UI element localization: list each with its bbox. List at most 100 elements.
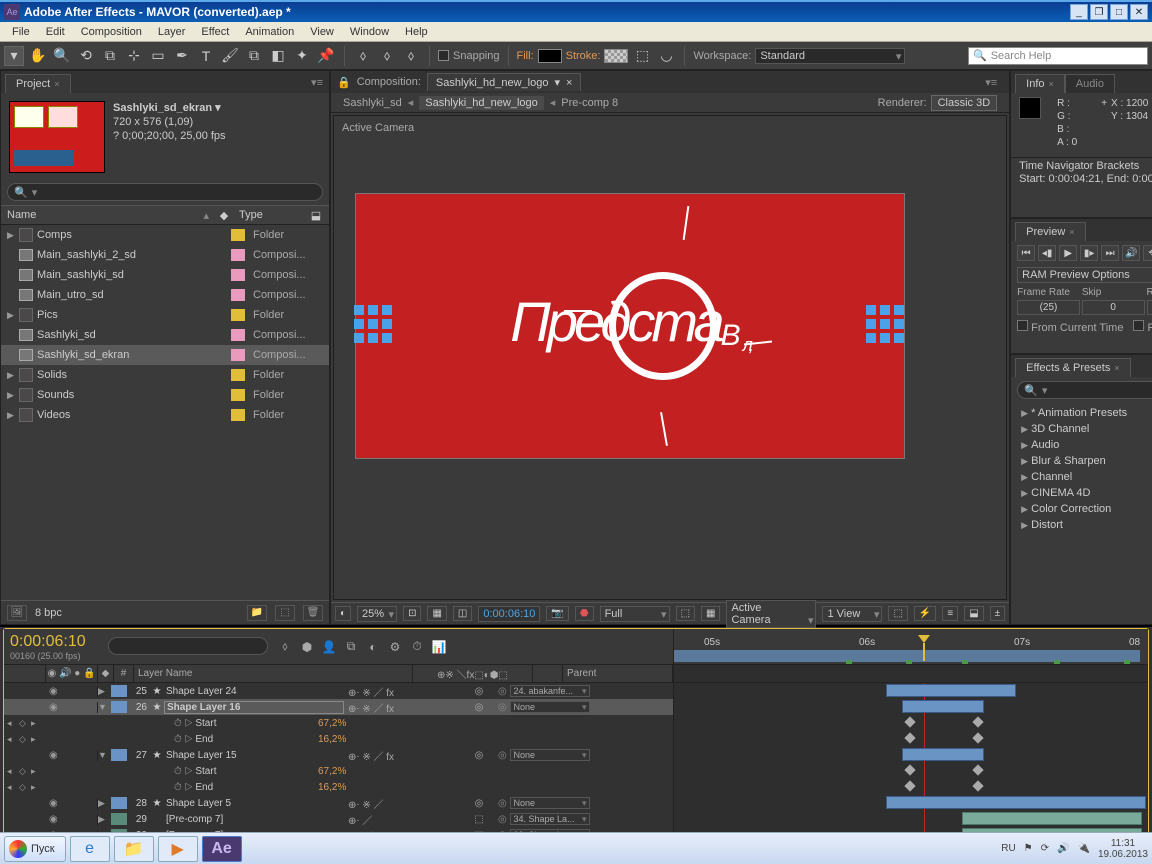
menu-animation[interactable]: Animation bbox=[237, 26, 302, 38]
delete-icon[interactable]: 🗑 bbox=[303, 605, 323, 621]
timeline-layer-row[interactable]: ◉▼26★Shape Layer 16⊕⋅ ※ ／ fx◎◎ None bbox=[4, 699, 673, 715]
tray-network-icon[interactable]: 🔌 bbox=[1077, 843, 1089, 854]
project-item[interactable]: ▶SolidsFolder bbox=[1, 365, 329, 385]
breadcrumb-1[interactable]: Sashlyki_hd_new_logo bbox=[419, 96, 544, 110]
eraser-tool-icon[interactable]: ◧ bbox=[268, 46, 288, 66]
minimize-button[interactable]: _ bbox=[1070, 4, 1088, 20]
pixel-aspect-icon[interactable]: ⬚ bbox=[888, 606, 907, 621]
close-button[interactable]: ✕ bbox=[1130, 4, 1148, 20]
panel-menu-icon[interactable]: ▾≡ bbox=[979, 72, 1003, 93]
text-tool-icon[interactable]: T bbox=[196, 46, 216, 66]
explorer-taskbar-icon[interactable]: 📁 bbox=[114, 836, 154, 862]
project-tab[interactable]: Project× bbox=[5, 74, 71, 93]
composition-canvas[interactable]: ПредстаВл, bbox=[356, 194, 904, 458]
first-frame-button[interactable]: ⏮ bbox=[1017, 245, 1035, 261]
resolution-input[interactable]: Auto bbox=[1147, 300, 1152, 315]
prev-frame-button[interactable]: ◂▮ bbox=[1038, 245, 1056, 261]
mute-button[interactable]: 🔊 bbox=[1122, 245, 1140, 261]
roi-icon[interactable]: ⬚ bbox=[676, 606, 695, 621]
auto-keyframe-icon[interactable]: ⏱ bbox=[408, 638, 426, 656]
breadcrumb-2[interactable]: Pre-comp 8 bbox=[561, 97, 618, 109]
shy-icon[interactable]: 👤 bbox=[320, 638, 338, 656]
shape-tool-icon[interactable]: ▭ bbox=[148, 46, 168, 66]
zoom-tool-icon[interactable]: 🔍 bbox=[52, 46, 72, 66]
camera-tool-icon[interactable]: ⧉ bbox=[100, 46, 120, 66]
timeline-layer-row[interactable]: ◂◇▸⏱ ▷ End16,2% bbox=[4, 779, 673, 795]
after-effects-taskbar-icon[interactable]: Ae bbox=[202, 836, 242, 862]
play-button[interactable]: ▶ bbox=[1059, 245, 1077, 261]
puppet-tool-icon[interactable]: 📌 bbox=[316, 46, 336, 66]
safe-zones-icon[interactable]: ⊡ bbox=[403, 606, 421, 621]
stroke-swatch[interactable] bbox=[604, 49, 628, 63]
project-item[interactable]: Sashlyki_sdComposi... bbox=[1, 325, 329, 345]
project-item[interactable]: ▶CompsFolder bbox=[1, 225, 329, 245]
roto-tool-icon[interactable]: ✦ bbox=[292, 46, 312, 66]
tray-flag-icon[interactable]: ⚑ bbox=[1024, 843, 1033, 854]
comp-mini-flowchart-icon[interactable]: ⬨ bbox=[276, 638, 294, 656]
timeline-icon[interactable]: ≡ bbox=[942, 606, 958, 621]
snapping-checkbox[interactable] bbox=[438, 50, 449, 61]
comp-tab[interactable]: Sashlyki_hd_new_logo▾× bbox=[427, 73, 582, 91]
bezier-icon[interactable]: ◡ bbox=[656, 46, 676, 66]
effect-category[interactable]: ▶* Animation Presets bbox=[1011, 405, 1152, 421]
timeline-ruler[interactable]: 05s 06s 07s 08 bbox=[674, 629, 1148, 665]
workspace-select[interactable]: Standard bbox=[755, 48, 905, 64]
clone-tool-icon[interactable]: ⧉ bbox=[244, 46, 264, 66]
zoom-select[interactable]: 25% bbox=[357, 606, 397, 622]
world-axis-icon[interactable]: ⬨ bbox=[377, 46, 397, 66]
audio-tab[interactable]: Audio bbox=[1065, 74, 1115, 93]
playhead-icon[interactable] bbox=[918, 635, 930, 663]
mask-icon[interactable]: ◫ bbox=[453, 606, 472, 621]
system-clock[interactable]: 11:3119.06.2013 bbox=[1098, 838, 1148, 860]
effects-search-input[interactable]: 🔍▾ bbox=[1017, 381, 1152, 399]
current-time[interactable]: 0:00:06:10 bbox=[478, 606, 540, 622]
project-item[interactable]: Main_utro_sdComposi... bbox=[1, 285, 329, 305]
project-item[interactable]: ▶VideosFolder bbox=[1, 405, 329, 425]
effect-category[interactable]: ▶3D Channel bbox=[1011, 421, 1152, 437]
col-name[interactable]: Name bbox=[7, 209, 199, 221]
panel-menu-icon[interactable]: ▾≡ bbox=[305, 72, 329, 93]
menu-view[interactable]: View bbox=[302, 26, 342, 38]
composition-viewer[interactable]: Active Camera ПредстаВл, bbox=[333, 115, 1007, 600]
project-item[interactable]: Sashlyki_sd_ekranComposi... bbox=[1, 345, 329, 365]
tab-menu-icon[interactable]: ▾ bbox=[554, 76, 560, 89]
resolution-select[interactable]: Full bbox=[600, 606, 670, 622]
menu-composition[interactable]: Composition bbox=[73, 26, 150, 38]
graph-editor-icon[interactable]: 📊 bbox=[430, 638, 448, 656]
close-icon[interactable]: × bbox=[566, 77, 572, 89]
interpret-footage-icon[interactable]: 🖼 bbox=[7, 605, 27, 621]
timeline-layer-row[interactable]: ◉▶28★Shape Layer 5⊕⋅ ※ ／◎◎ None bbox=[4, 795, 673, 811]
project-item[interactable]: ▶SoundsFolder bbox=[1, 385, 329, 405]
view-axis-icon[interactable]: ⬨ bbox=[401, 46, 421, 66]
motion-blur-icon[interactable]: ◐ bbox=[364, 638, 382, 656]
pen-tool-icon[interactable]: ✒ bbox=[172, 46, 192, 66]
brush-tool-icon[interactable]: 🖌 bbox=[220, 46, 240, 66]
preview-tab[interactable]: Preview× bbox=[1015, 222, 1085, 241]
language-indicator[interactable]: RU bbox=[1001, 843, 1015, 854]
menu-layer[interactable]: Layer bbox=[150, 26, 194, 38]
effect-category[interactable]: ▶Color Correction bbox=[1011, 501, 1152, 517]
parent-column[interactable]: Parent bbox=[563, 665, 673, 682]
label-column[interactable]: ◆ bbox=[98, 665, 114, 682]
fast-preview-icon[interactable]: ⚡ bbox=[914, 606, 936, 621]
reset-exposure-icon[interactable]: ± bbox=[990, 606, 1006, 621]
local-axis-icon[interactable]: ⬨ bbox=[353, 46, 373, 66]
timeline-layer-row[interactable]: ◂◇▸⏱ ▷ Start67,2% bbox=[4, 763, 673, 779]
switches-column[interactable]: ⊕※ ＼fx⬚◐⬢⬚ bbox=[413, 665, 533, 682]
search-help-input[interactable]: 🔍 Search Help bbox=[968, 47, 1148, 65]
camera-select[interactable]: Active Camera bbox=[726, 600, 816, 628]
rotate-tool-icon[interactable]: ⟲ bbox=[76, 46, 96, 66]
project-search-input[interactable]: 🔍▾ bbox=[7, 183, 323, 201]
col-extra-icon[interactable]: ⬓ bbox=[309, 209, 323, 222]
project-item[interactable]: ▶PicsFolder bbox=[1, 305, 329, 325]
bpc-button[interactable]: 8 bpc bbox=[35, 607, 62, 619]
framerate-input[interactable]: (25) bbox=[1017, 300, 1080, 315]
timeline-layer-row[interactable]: ◉▶29[Pre-comp 7]⊕⋅ ／⬚◎ 34. Shape La... bbox=[4, 811, 673, 827]
pan-behind-tool-icon[interactable]: ⊹ bbox=[124, 46, 144, 66]
media-player-taskbar-icon[interactable]: ▶ bbox=[158, 836, 198, 862]
brainstorm-icon[interactable]: ⚙ bbox=[386, 638, 404, 656]
skip-input[interactable]: 0 bbox=[1082, 300, 1145, 315]
project-item[interactable]: Main_sashlyki_sdComposi... bbox=[1, 265, 329, 285]
ie-taskbar-icon[interactable]: e bbox=[70, 836, 110, 862]
project-columns-header[interactable]: Name ▴ ◆ Type ⬓ bbox=[1, 205, 329, 225]
